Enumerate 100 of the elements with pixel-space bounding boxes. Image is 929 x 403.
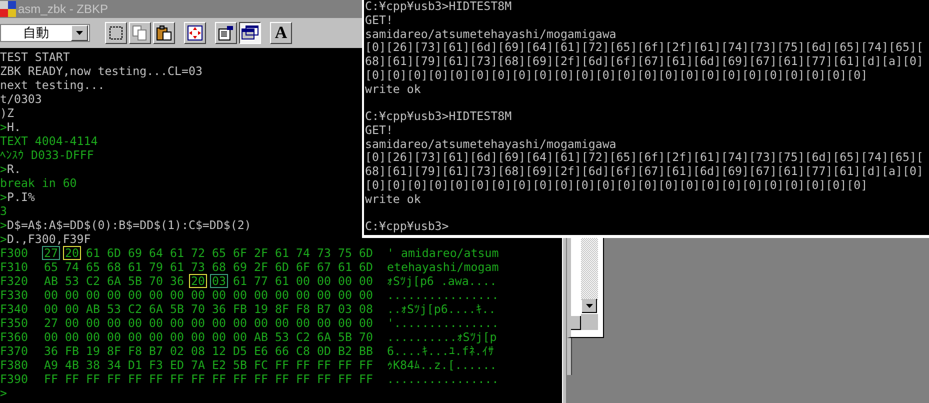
hex-byte: FF [337,372,353,386]
hex-byte: 75 [337,246,353,260]
hex-byte: F8 [127,344,143,358]
scrollbar-corner [581,314,598,330]
hex-byte: 00 [106,288,122,302]
hex-byte: 77 [253,274,269,288]
hex-byte: FF [295,372,311,386]
hex-byte: 00 [358,274,374,288]
output-line: TEXT 4004-4114 [0,134,98,148]
hex-byte: 00 [358,316,374,330]
console-line: [0][0][0][0][0][0][0][0][0][0][0][0][0][0][0][0][0][0][0][0][0][0][0][0] [365,178,868,192]
hex-byte: 00 [358,288,374,302]
command-text: P.I% [6,190,35,204]
hex-byte: 00 [85,288,101,302]
hex-byte: 00 [274,316,290,330]
hex-byte: FC [253,358,269,372]
hex-byte: 79 [148,260,164,274]
command-text: R. [6,162,21,176]
hex-byte: FF [337,358,353,372]
font-button[interactable]: A [270,22,292,44]
ascii-text: ｫSﾂj[p6 .awa.... [387,274,497,288]
mode-dropdown[interactable]: 自動 [0,24,90,42]
hex-byte: F3 [148,358,164,372]
hex-byte: 68 [106,260,122,274]
hex-byte: 00 [169,330,185,344]
output-line: 3 [0,204,7,218]
hex-byte: 19 [85,344,101,358]
hex-byte: E2 [211,358,227,372]
hex-byte: 00 [64,316,80,330]
paste-button[interactable] [153,22,175,44]
hex-byte: 5B [337,330,353,344]
hex-byte: FF [106,372,122,386]
hex-byte: 19 [253,302,269,316]
hex-byte: FF [316,372,332,386]
properties-icon [218,25,234,41]
ascii-text: ' amidareo/atsum [387,246,499,260]
ascii-text: ..ｫSﾂj[p6....ｷ.. [387,302,496,316]
hex-byte: 03 [210,274,228,288]
terminal-line: TEST START [0,50,70,64]
memory-address: F360 [0,330,29,344]
memory-address: F310 [0,260,29,274]
hex-byte: 00 [232,330,248,344]
scroll-right-button[interactable] [571,316,581,330]
hex-byte: AB [85,302,101,316]
copy-icon [132,25,148,41]
select-button[interactable] [105,22,127,44]
hex-byte: 00 [64,302,80,316]
scroll-down-button[interactable] [582,299,597,313]
properties-button[interactable] [215,22,237,44]
prompt: > [0,218,7,232]
hex-byte: 38 [85,358,101,372]
hex-byte: 00 [211,316,227,330]
hex-byte: 00 [190,330,206,344]
hex-byte: FF [148,372,164,386]
hex-byte: 00 [295,274,311,288]
hex-byte: FF [169,372,185,386]
hex-byte: 00 [253,316,269,330]
ascii-text: ｩK84ﾑ..z.[...... [387,358,497,372]
terminal-line: next testing... [0,78,105,92]
ascii-text: etehayashi/mogam [387,260,499,274]
memory-address: F390 [0,372,29,386]
hex-byte: 36 [211,302,227,316]
hex-byte: 73 [316,246,332,260]
output-line: ﾍﾝｽｳ D033-DFFF [0,148,94,162]
background-button[interactable] [239,22,261,44]
hex-byte: 00 [43,330,59,344]
hex-byte: 61 [232,274,248,288]
hex-byte: 20 [63,246,81,260]
memory-address: F340 [0,302,29,316]
fullscreen-button[interactable] [184,22,206,44]
hex-byte: FF [64,372,80,386]
hex-byte: 8F [106,344,122,358]
hex-byte: 53 [64,274,80,288]
hex-byte: FF [232,372,248,386]
hex-byte: 74 [64,260,80,274]
hex-byte: FB [64,344,80,358]
hex-byte: 8F [274,302,290,316]
hex-byte: 0D [316,344,332,358]
ascii-text: ..........ｫSﾂj[p [387,330,497,344]
hex-byte: E6 [253,344,269,358]
prompt: > [0,386,7,400]
hex-byte: B7 [148,344,164,358]
move-arrows-icon [187,25,203,41]
hex-byte: 69 [232,260,248,274]
hex-byte: 2F [253,260,269,274]
hex-byte: 08 [190,344,206,358]
hex-byte: 00 [295,288,311,302]
memory-address: F380 [0,358,29,372]
hex-byte: 00 [274,288,290,302]
hex-byte: 00 [127,288,143,302]
hex-byte: 00 [337,316,353,330]
window-icon [241,25,259,41]
hex-byte: 00 [337,274,353,288]
hex-byte: BB [358,344,374,358]
copy-button[interactable] [129,22,151,44]
hex-byte: FF [358,358,374,372]
hex-byte: C2 [295,330,311,344]
hex-byte: 6A [316,330,332,344]
hex-byte: FB [232,302,248,316]
hex-byte: FF [85,372,101,386]
